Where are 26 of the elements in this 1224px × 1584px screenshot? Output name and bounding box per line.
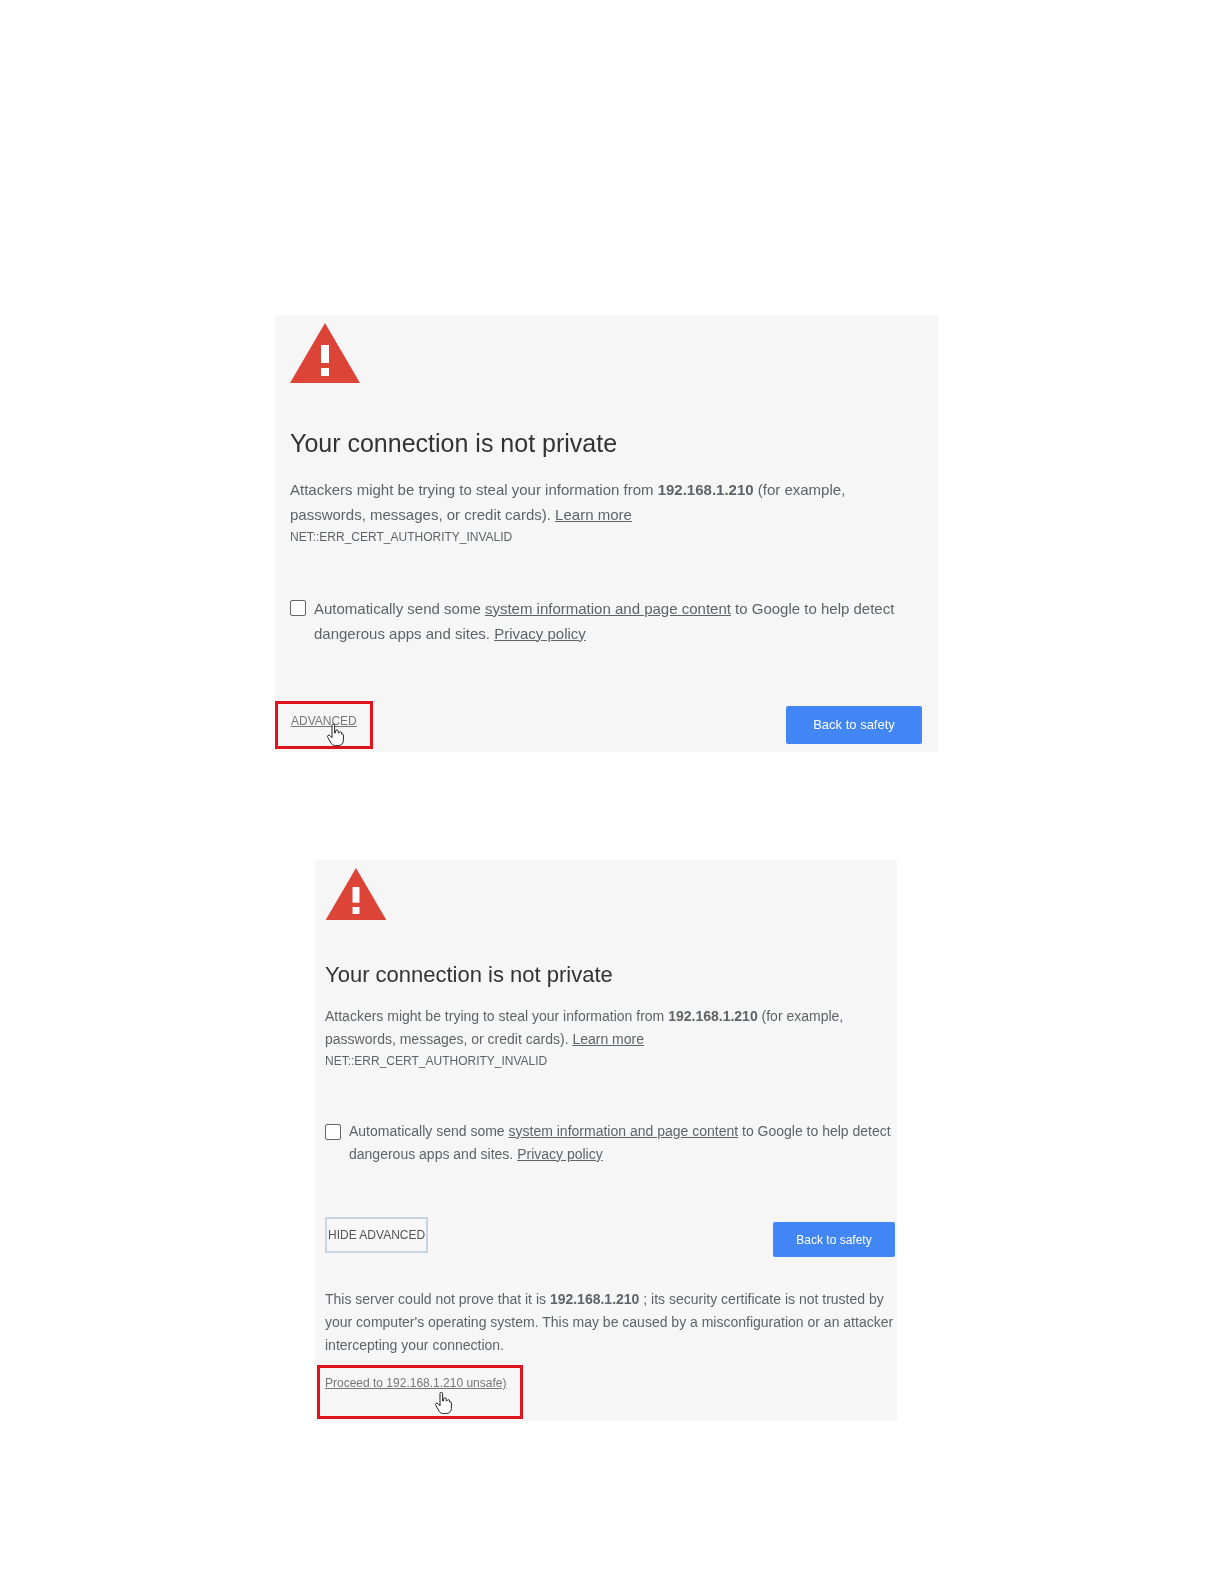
system-information-link[interactable]: system information and page content [508, 1122, 739, 1139]
learn-more-link[interactable]: Learn more [572, 1030, 644, 1047]
privacy-policy-link[interactable]: Privacy policy [494, 624, 586, 642]
warning-title: Your connection is not private [325, 960, 614, 989]
warning-icon [290, 323, 360, 383]
error-code: NET::ERR_CERT_AUTHORITY_INVALID [290, 528, 514, 546]
hand-cursor-icon [435, 1391, 453, 1414]
back-to-safety-button[interactable]: Back to safety [773, 1222, 895, 1257]
report-checkbox[interactable] [325, 1123, 341, 1140]
report-label: Automatically send some system information and page content to Google to help detect dangerous apps and sites. Privacy policy [314, 598, 896, 644]
hand-cursor-icon [327, 723, 345, 746]
hide-advanced-button[interactable]: HIDE ADVANCED [325, 1216, 429, 1253]
advanced-link[interactable]: ADVANCED [291, 713, 357, 728]
privacy-policy-link[interactable]: Privacy policy [517, 1145, 603, 1162]
warning-message: Attackers might be trying to steal your information from 192.168.1.210 (for example, passwords, messages, or credit cards). Learn more [290, 479, 847, 525]
report-label: Automatically send some system information and page content to Google to help detect dangerous apps and sites. Privacy policy [349, 1121, 892, 1164]
warning-message: Attackers might be trying to steal your information from 192.168.1.210 (for example, passwords, messages, or credit cards). Learn more [325, 1006, 845, 1049]
learn-more-link[interactable]: Learn more [555, 505, 632, 523]
error-code: NET::ERR_CERT_AUTHORITY_INVALID [325, 1052, 549, 1070]
system-information-link[interactable]: system information and page content [484, 599, 731, 617]
report-checkbox[interactable] [290, 599, 306, 616]
warning-title: Your connection is not private [290, 428, 619, 459]
proceed-link[interactable]: Proceed to 192.168.1.210 unsafe) [325, 1375, 507, 1390]
back-to-safety-button[interactable]: Back to safety [786, 705, 922, 744]
warning-icon [325, 867, 387, 920]
details-message: This server could not prove that it is 192.168.1.210 ; its security certificate is not trusted by your computer's operating system. This may be caused by a misconfiguration or an attacker intercepting your connection. [325, 1289, 895, 1355]
